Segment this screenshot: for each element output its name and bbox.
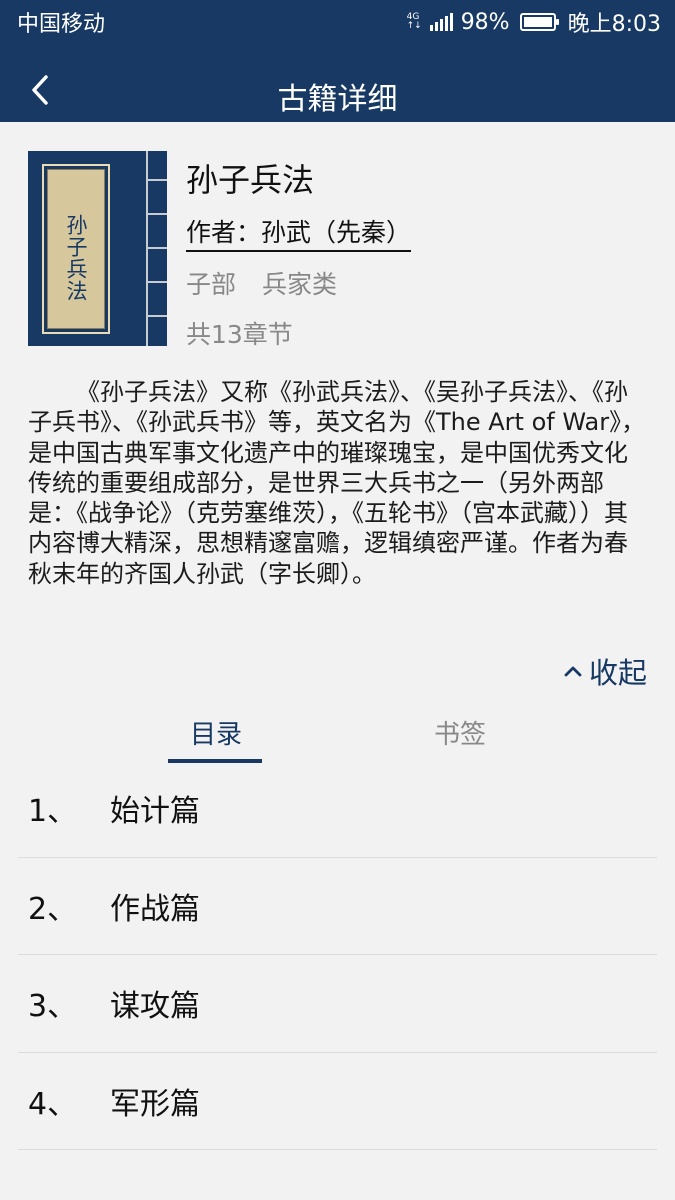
content-tabs: 目录 书签: [0, 706, 675, 764]
collapse-label: 收起: [588, 656, 647, 690]
chapter-number: 4、: [28, 1086, 78, 1122]
chapter-name: 军形篇: [110, 1086, 200, 1122]
book-description: 《孙子兵法》又称《孙武兵法》、《吴孙子兵法》、《孙子兵书》、《孙武兵书》等，英文…: [28, 378, 646, 588]
category-class: 兵家类: [262, 270, 338, 299]
network-type-icon: 4G ↑↓: [407, 13, 422, 31]
book-cover: 孙子兵法: [28, 151, 167, 346]
chapter-name: 谋攻篇: [110, 989, 200, 1025]
chapter-item[interactable]: 2、 作战篇: [18, 858, 657, 955]
cover-title-label: 孙子兵法: [42, 164, 110, 334]
book-category: 子部 兵家类: [186, 265, 337, 301]
app-header: 中国移动 4G ↑↓ 98% 晚上8:03 古籍详细: [0, 0, 675, 122]
cover-title-text: 孙子兵法: [64, 214, 88, 302]
page-title: 古籍详细: [277, 82, 398, 117]
chapter-number: 1、: [28, 794, 78, 830]
chapter-number: 2、: [28, 891, 78, 927]
battery-icon: [519, 13, 559, 31]
chapter-name: 始计篇: [110, 794, 200, 830]
clock: 晚上8:03: [567, 12, 661, 37]
navigation-bar: 古籍详细: [0, 60, 675, 122]
chevron-up-icon: [564, 666, 582, 677]
status-indicators: 4G ↑↓ 98% 晚上8:03: [407, 6, 661, 38]
tab-catalog[interactable]: 目录: [168, 714, 264, 751]
carrier-name: 中国移动: [17, 12, 106, 37]
battery-percent: 98%: [460, 9, 510, 35]
chapter-count: 共13章节: [186, 320, 293, 349]
chapter-name: 作战篇: [110, 891, 200, 927]
chapter-item[interactable]: 1、 始计篇: [18, 760, 657, 858]
category-section: 子部: [186, 270, 237, 299]
chapter-list: 1、 始计篇 2、 作战篇 3、 谋攻篇 4、 军形篇: [18, 760, 657, 1150]
book-author-link[interactable]: 作者：孙武（先秦）: [186, 213, 412, 252]
book-title: 孙子兵法: [186, 161, 315, 199]
chapter-number: 3、: [28, 989, 78, 1025]
network-activity-label: ↑↓: [406, 21, 422, 31]
chapter-item[interactable]: 4、 军形篇: [18, 1053, 657, 1150]
tab-bookmark[interactable]: 书签: [412, 714, 508, 751]
collapse-button[interactable]: 收起: [563, 650, 647, 692]
signal-strength-icon: [429, 13, 453, 31]
chapter-item[interactable]: 3、 谋攻篇: [18, 955, 657, 1053]
status-bar: 中国移动 4G ↑↓ 98% 晚上8:03: [0, 0, 675, 44]
